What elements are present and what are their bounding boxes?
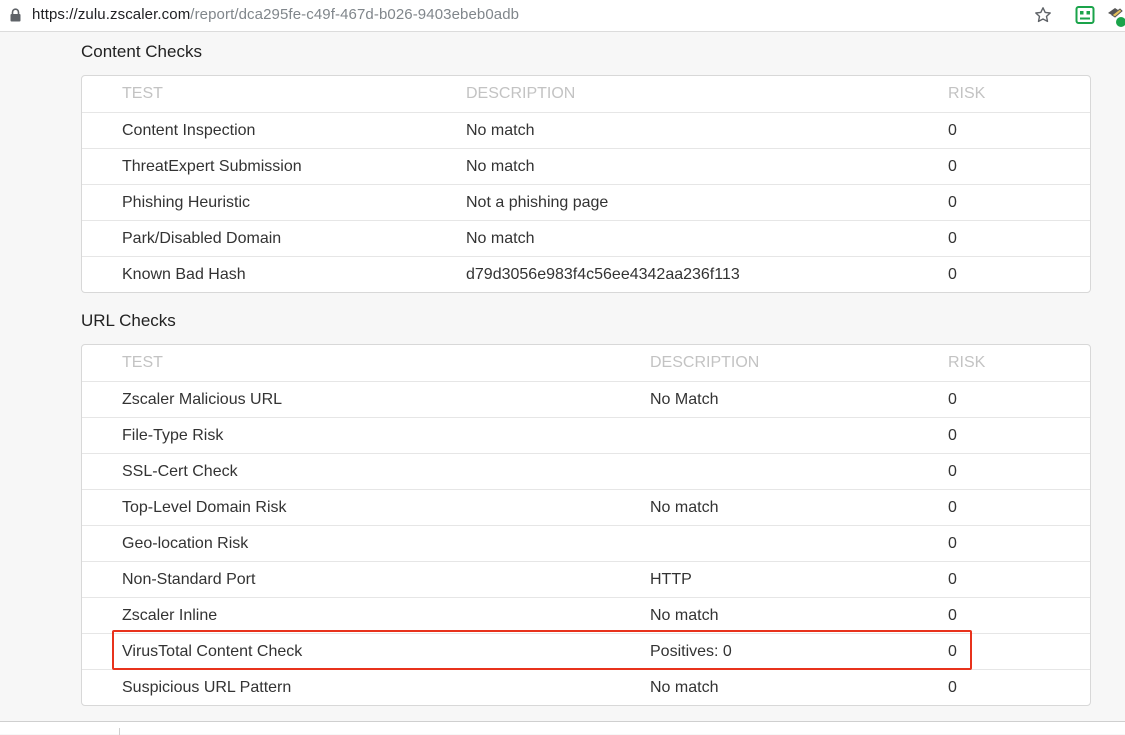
table-row: Phishing Heuristic Not a phishing page 0 xyxy=(82,184,1090,220)
row-test: Suspicious URL Pattern xyxy=(122,679,292,696)
table-header: TEST DESCRIPTION RISK xyxy=(82,76,1090,112)
url-path: /report/dca295fe-c49f-467d-b026-9403ebeb… xyxy=(190,6,520,23)
table-row: ThreatExpert Submission No match 0 xyxy=(82,148,1090,184)
row-risk: 0 xyxy=(948,427,957,444)
row-test: File-Type Risk xyxy=(122,427,224,444)
row-test: VirusTotal Content Check xyxy=(122,643,303,660)
row-risk: 0 xyxy=(948,391,957,408)
table-row: Non-Standard Port HTTP 0 xyxy=(82,561,1090,597)
header-description: DESCRIPTION xyxy=(650,354,760,371)
row-risk: 0 xyxy=(948,535,957,552)
row-test: Phishing Heuristic xyxy=(122,194,251,211)
robot-extension-icon[interactable] xyxy=(1075,5,1095,25)
table-row: Zscaler Inline No match 0 xyxy=(82,597,1090,633)
row-test: ThreatExpert Submission xyxy=(122,158,302,175)
row-risk: 0 xyxy=(948,607,957,624)
drone-extension-icon[interactable] xyxy=(1106,5,1125,27)
table-row: Geo-location Risk 0 xyxy=(82,525,1090,561)
table-row: File-Type Risk 0 xyxy=(82,417,1090,453)
row-description: No match xyxy=(650,679,719,696)
header-test: TEST xyxy=(122,354,163,371)
bottom-bar xyxy=(0,721,1125,735)
row-test: Park/Disabled Domain xyxy=(122,230,282,247)
header-risk: RISK xyxy=(948,354,986,371)
table-row: Suspicious URL Pattern No match 0 xyxy=(82,669,1090,705)
row-test: Zscaler Inline xyxy=(122,607,218,624)
row-description: No match xyxy=(650,607,719,624)
table-row: Top-Level Domain Risk No match 0 xyxy=(82,489,1090,525)
row-risk: 0 xyxy=(948,643,957,660)
row-test: Known Bad Hash xyxy=(122,266,246,283)
table-header: TEST DESCRIPTION RISK xyxy=(82,345,1090,381)
row-description: d79d3056e983f4c56ee4342aa236f113 xyxy=(466,266,740,283)
row-description: Positives: 0 xyxy=(650,643,732,660)
row-description: HTTP xyxy=(650,571,692,588)
table-row-virustotal: VirusTotal Content Check Positives: 0 0 xyxy=(82,633,1090,669)
star-icon[interactable] xyxy=(1034,6,1052,24)
address-bar[interactable]: https://zulu.zscaler.com/report/dca295fe… xyxy=(0,0,1125,32)
url-checks-title: URL Checks xyxy=(81,311,176,330)
row-test: Content Inspection xyxy=(122,122,256,139)
url-host: https://zulu.zscaler.com xyxy=(32,6,191,23)
row-test: Zscaler Malicious URL xyxy=(122,391,283,408)
row-test: Non-Standard Port xyxy=(122,571,256,588)
url-checks-table: TEST DESCRIPTION RISK Zscaler Malicious … xyxy=(81,344,1091,706)
header-test: TEST xyxy=(122,85,163,102)
row-risk: 0 xyxy=(948,499,957,516)
row-risk: 0 xyxy=(948,266,957,283)
row-test: Geo-location Risk xyxy=(122,535,249,552)
row-risk: 0 xyxy=(948,679,957,696)
row-description: No match xyxy=(466,158,535,175)
row-risk: 0 xyxy=(948,463,957,480)
table-row: Zscaler Malicious URL No Match 0 xyxy=(82,381,1090,417)
header-description: DESCRIPTION xyxy=(466,85,576,102)
row-description: No Match xyxy=(650,391,719,408)
row-test: SSL-Cert Check xyxy=(122,463,238,480)
row-description: Not a phishing page xyxy=(466,194,609,211)
table-row: Content Inspection No match 0 xyxy=(82,112,1090,148)
row-risk: 0 xyxy=(948,571,957,588)
row-description: No match xyxy=(650,499,719,516)
content-checks-table: TEST DESCRIPTION RISK Content Inspection… xyxy=(81,75,1091,293)
row-risk: 0 xyxy=(948,158,957,175)
row-risk: 0 xyxy=(948,122,957,139)
lock-icon xyxy=(10,8,21,22)
table-row: Known Bad Hash d79d3056e983f4c56ee4342aa… xyxy=(82,256,1090,292)
table-row: Park/Disabled Domain No match 0 xyxy=(82,220,1090,256)
row-description: No match xyxy=(466,230,535,247)
header-risk: RISK xyxy=(948,85,986,102)
row-risk: 0 xyxy=(948,230,957,247)
row-test: Top-Level Domain Risk xyxy=(122,499,287,516)
table-row: SSL-Cert Check 0 xyxy=(82,453,1090,489)
row-description: No match xyxy=(466,122,535,139)
row-risk: 0 xyxy=(948,194,957,211)
content-checks-title: Content Checks xyxy=(81,42,202,61)
url-text[interactable]: https://zulu.zscaler.com/report/dca295fe… xyxy=(32,6,519,24)
